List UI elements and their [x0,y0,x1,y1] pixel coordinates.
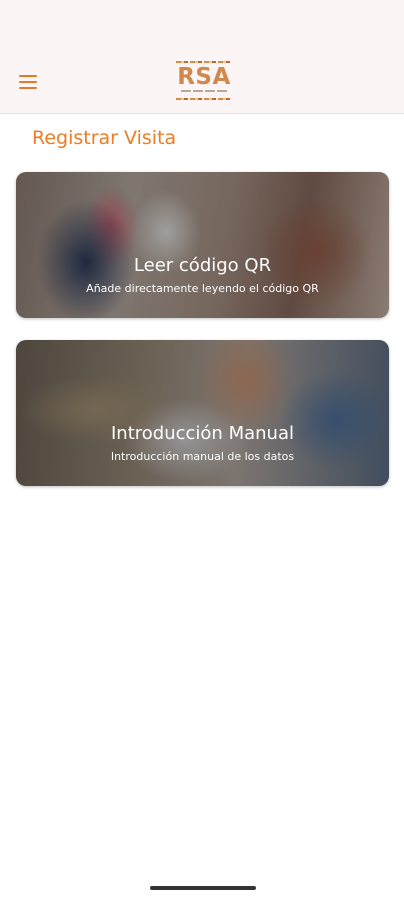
card-title: Introducción Manual [111,423,294,444]
logo-text: RSA [177,64,231,90]
card-subtitle: Introducción manual de los datos [110,450,295,463]
app-header: RSA [0,0,404,114]
manual-entry-card[interactable]: Introducción Manual Introducción manual … [16,340,389,486]
hamburger-menu-icon[interactable] [18,70,40,92]
home-indicator[interactable] [150,886,256,890]
page-title: Registrar Visita [32,127,177,149]
menu-bar [19,81,37,83]
card-subtitle: Añade directamente leyendo el código QR [86,282,319,295]
qr-scan-card[interactable]: Leer código QR Añade directamente leyend… [16,172,389,318]
logo-stripe [176,61,232,63]
logo-subtitle-lines [170,90,238,94]
status-bar [0,0,404,40]
app-logo: RSA [170,58,238,104]
card-title: Leer código QR [133,255,272,276]
menu-bar [19,75,37,77]
menu-bar [19,87,37,89]
logo-stripe [176,98,232,100]
